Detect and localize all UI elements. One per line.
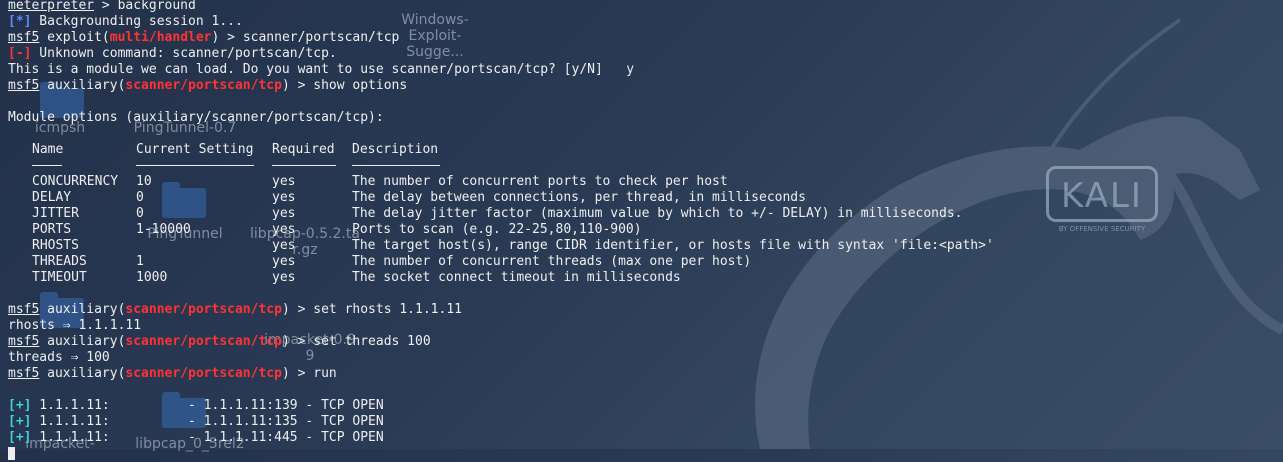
option-required: yes <box>272 190 296 205</box>
option-required: yes <box>272 222 296 237</box>
terminal-line: threads ⇒ 100 <box>8 350 110 365</box>
option-setting: 1000 <box>136 270 168 285</box>
options-table: Name Current Setting Required Descriptio… <box>8 142 1278 286</box>
terminal-line: This is a module we can load. Do you wan… <box>8 62 635 77</box>
option-description: The number of concurrent threads (max on… <box>352 254 752 269</box>
divider <box>136 158 254 174</box>
scan-result: [+] 1.1.1.11: - 1.1.1.11:135 - TCP OPEN <box>8 414 384 429</box>
option-setting: 0 <box>136 206 144 221</box>
option-required: yes <box>272 270 296 285</box>
divider <box>352 158 440 174</box>
terminal-line: [*] Backgrounding session 1... <box>8 14 243 29</box>
terminal-line: msf5 auxiliary(scanner/portscan/tcp) > s… <box>8 302 462 317</box>
option-name: PORTS <box>32 222 72 237</box>
option-description: Ports to scan (e.g. 22-25,80,110-900) <box>352 222 642 237</box>
option-name: THREADS <box>32 254 87 269</box>
option-name: RHOSTS <box>32 238 79 253</box>
terminal-line: msf5 exploit(multi/handler) > scanner/po… <box>8 30 400 45</box>
divider <box>32 158 62 174</box>
terminal-line: meterpreter > background <box>8 0 196 13</box>
terminal-line: msf5 auxiliary(scanner/portscan/tcp) > r… <box>8 366 337 381</box>
option-description: The number of concurrent ports to check … <box>352 174 728 189</box>
option-required: yes <box>272 238 296 253</box>
option-name: TIMEOUT <box>32 270 87 285</box>
option-required: yes <box>272 174 296 189</box>
column-required: Required <box>272 142 335 157</box>
terminal-line: msf5 auxiliary(scanner/portscan/tcp) > s… <box>8 78 408 93</box>
scan-result: [+] 1.1.1.11: - 1.1.1.11:139 - TCP OPEN <box>8 398 384 413</box>
column-name: Name <box>32 142 64 157</box>
option-description: The delay between connections, per threa… <box>352 190 806 205</box>
option-required: yes <box>272 206 296 221</box>
option-description: The socket connect timeout in millisecon… <box>352 270 681 285</box>
option-setting: 1 <box>136 254 144 269</box>
terminal-line: rhosts ⇒ 1.1.1.11 <box>8 318 142 333</box>
option-name: DELAY <box>32 190 72 205</box>
option-name: CONCURRENCY <box>32 174 119 189</box>
terminal-line: msf5 auxiliary(scanner/portscan/tcp) > s… <box>8 334 431 349</box>
option-description: The target host(s), range CIDR identifie… <box>352 238 994 253</box>
scan-result: [+] 1.1.1.11: - 1.1.1.11:445 - TCP OPEN <box>8 430 384 445</box>
option-description: The delay jitter factor (maximum value b… <box>352 206 963 221</box>
column-description: Description <box>352 142 439 157</box>
terminal-line: [-] Unknown command: scanner/portscan/tc… <box>8 46 337 61</box>
option-name: JITTER <box>32 206 79 221</box>
terminal-output[interactable]: meterpreter > background [*] Backgroundi… <box>8 0 1278 462</box>
divider <box>272 158 336 174</box>
option-setting: 1-10000 <box>136 222 191 237</box>
module-options-header: Module options (auxiliary/scanner/portsc… <box>8 110 384 125</box>
option-setting: 10 <box>136 174 152 189</box>
option-setting: 0 <box>136 190 144 205</box>
option-required: yes <box>272 254 296 269</box>
column-setting: Current Setting <box>136 142 254 157</box>
